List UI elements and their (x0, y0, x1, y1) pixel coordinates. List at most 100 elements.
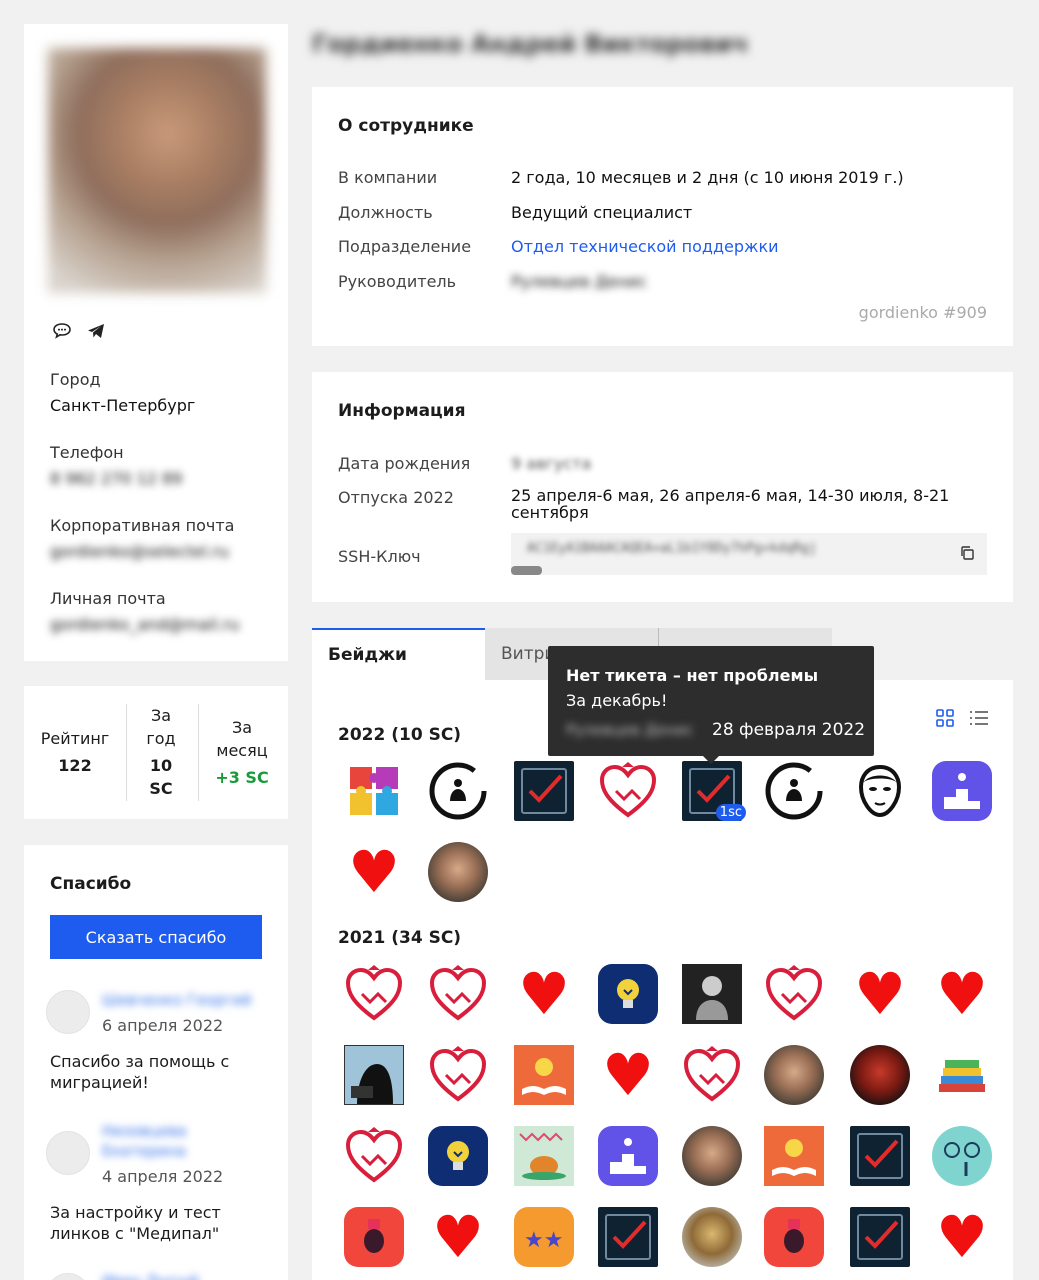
thanks-author-link[interactable]: Низовцева Екатерина (102, 1121, 262, 1161)
phone-value[interactable]: 8 962 270 12 89 (50, 469, 182, 488)
books-badge-icon[interactable] (932, 1045, 992, 1105)
social-links (52, 322, 106, 344)
heart-badge-icon[interactable]: ♥ (344, 842, 404, 902)
divider (198, 704, 199, 801)
year-value: 10 SC (149, 756, 173, 798)
thanks-message: Спасибо за помощь с миграцией! (50, 1052, 230, 1092)
grid-view-icon[interactable] (935, 708, 955, 732)
telegram-icon[interactable] (86, 322, 106, 344)
phone-label: Телефон (50, 443, 124, 462)
heart-badge-icon[interactable]: ♥ (514, 964, 574, 1024)
mask-badge-icon[interactable] (850, 761, 910, 821)
about-title: О сотруднике (338, 116, 474, 136)
city-value: Санкт-Петербург (50, 396, 196, 415)
handshake-heart-badge-icon[interactable] (598, 761, 658, 821)
tooltip-subtitle: За декабрь! (566, 691, 668, 710)
view-toggle (935, 708, 989, 732)
department-label: Подразделение (338, 237, 472, 256)
bug-badge-icon[interactable] (344, 1207, 404, 1267)
avatar[interactable] (46, 990, 90, 1034)
handshake-heart-badge-icon[interactable] (428, 964, 488, 1024)
list-view-icon[interactable] (969, 708, 989, 732)
ticket-check-badge-icon[interactable] (514, 761, 574, 821)
ssh-key-field[interactable]: AC1EyA1BAAACAQEA+aL1b1Y8Dy7hPg+kdqRgj (511, 533, 987, 575)
avatar-photo (48, 48, 266, 293)
department-link[interactable]: Отдел технической поддержки (511, 238, 779, 255)
thanks-author-link[interactable]: Иван Лысый (102, 1271, 262, 1280)
corp-email-link[interactable]: gordienko@selectel.ru (50, 542, 229, 561)
portrait-badge-icon[interactable] (764, 1045, 824, 1105)
badge-counter: 1sc (715, 804, 746, 821)
rating-value: 122 (58, 756, 92, 775)
handshake-heart-badge-icon[interactable] (682, 1045, 742, 1105)
say-thanks-button[interactable]: Сказать спасибо (50, 915, 262, 959)
tooltip-date: 28 февраля 2022 (712, 720, 866, 740)
handshake-heart-badge-icon[interactable] (428, 1045, 488, 1105)
iron-man-badge-icon[interactable] (850, 1045, 910, 1105)
photo-badge-icon[interactable] (682, 964, 742, 1024)
heart-badge-icon[interactable]: ♥ (598, 1045, 658, 1105)
rating-label: Рейтинг (40, 729, 110, 748)
stars-badge-icon[interactable]: ★★ (514, 1207, 574, 1267)
birthday-value: 9 августа (511, 454, 592, 473)
meditation-badge-icon[interactable] (428, 761, 488, 821)
avatar[interactable] (46, 1273, 90, 1280)
heart-badge-icon[interactable]: ♥ (932, 964, 992, 1024)
avatar[interactable] (46, 1131, 90, 1175)
month-label: За месяц (216, 718, 268, 760)
birthday-label: Дата рождения (338, 454, 471, 473)
ticket-check-badge-icon[interactable] (850, 1207, 910, 1267)
year-heading-2022: 2022 (10 SC) (338, 725, 462, 745)
year-column: За год 10 SC (136, 704, 186, 800)
tab-badges[interactable]: Бейджи (312, 628, 485, 680)
handshake-heart-badge-icon[interactable] (764, 964, 824, 1024)
profile-card: Город Санкт-Петербург Телефон 8 962 270 … (24, 24, 288, 661)
ticket-check-badge-icon[interactable] (850, 1126, 910, 1186)
corp-email-label: Корпоративная почта (50, 516, 235, 535)
chat-icon[interactable] (52, 322, 72, 344)
tenure-value: 2 года, 10 месяцев и 2 дня (с 10 июня 20… (511, 168, 904, 187)
portrait-badge-icon[interactable] (428, 842, 488, 902)
party-badge-icon[interactable] (514, 1126, 574, 1186)
rating-card: Рейтинг 122 За год 10 SC За месяц +3 SC (24, 686, 288, 819)
book-idea-badge-icon[interactable] (764, 1126, 824, 1186)
employee-name: Гордиенко Андрей Викторович (312, 30, 749, 58)
thanks-title: Спасибо (50, 874, 132, 894)
puzzle-badge-icon[interactable] (344, 761, 404, 821)
trophy-badge-icon[interactable] (682, 1207, 742, 1267)
copy-icon[interactable] (959, 545, 975, 565)
personal-email-link[interactable]: gordienko_and@mail.ru (50, 615, 240, 634)
heart-badge-icon[interactable]: ♥ (932, 1207, 992, 1267)
tooltip-title: Нет тикета – нет проблемы (566, 666, 819, 685)
vacation-value: 25 апреля-6 мая, 26 апреля-6 мая, 14-30 … (511, 486, 950, 522)
hacker-badge-icon[interactable] (344, 1045, 404, 1105)
tenure-label: В компании (338, 168, 438, 187)
lightbulb-badge-icon[interactable] (598, 964, 658, 1024)
position-value: Ведущий специалист (511, 203, 693, 222)
bug-badge-icon[interactable] (764, 1207, 824, 1267)
city-label: Город (50, 370, 101, 389)
ticket-check-badge-icon[interactable]: 1sc (682, 761, 746, 821)
handshake-heart-badge-icon[interactable] (344, 964, 404, 1024)
heart-badge-icon[interactable]: ♥ (428, 1207, 488, 1267)
month-value: +3 SC (215, 768, 269, 787)
podium-badge-icon[interactable] (598, 1126, 658, 1186)
user-id: gordienko #909 (858, 303, 987, 322)
manager-link[interactable]: Рулевцев Денис (511, 273, 647, 290)
portrait-badge-icon[interactable] (682, 1126, 742, 1186)
badge-tooltip: Нет тикета – нет проблемы За декабрь! Ру… (548, 646, 874, 764)
handshake-heart-badge-icon[interactable] (344, 1126, 404, 1186)
book-idea-badge-icon[interactable] (514, 1045, 574, 1105)
position-label: Должность (338, 203, 433, 222)
lightbulb-badge-icon[interactable] (428, 1126, 488, 1186)
personal-email-label: Личная почта (50, 589, 166, 608)
heart-badge-icon[interactable]: ♥ (850, 964, 910, 1024)
year-label: За год (146, 706, 176, 748)
emotions-badge-icon[interactable] (932, 1126, 992, 1186)
vacation-label: Отпуска 2022 (338, 488, 454, 507)
podium-badge-icon[interactable] (932, 761, 992, 821)
meditation-badge-icon[interactable] (764, 761, 824, 821)
scrollbar[interactable] (511, 566, 542, 575)
ticket-check-badge-icon[interactable] (598, 1207, 658, 1267)
thanks-author-link[interactable]: Шевченко Георгий (102, 990, 262, 1010)
